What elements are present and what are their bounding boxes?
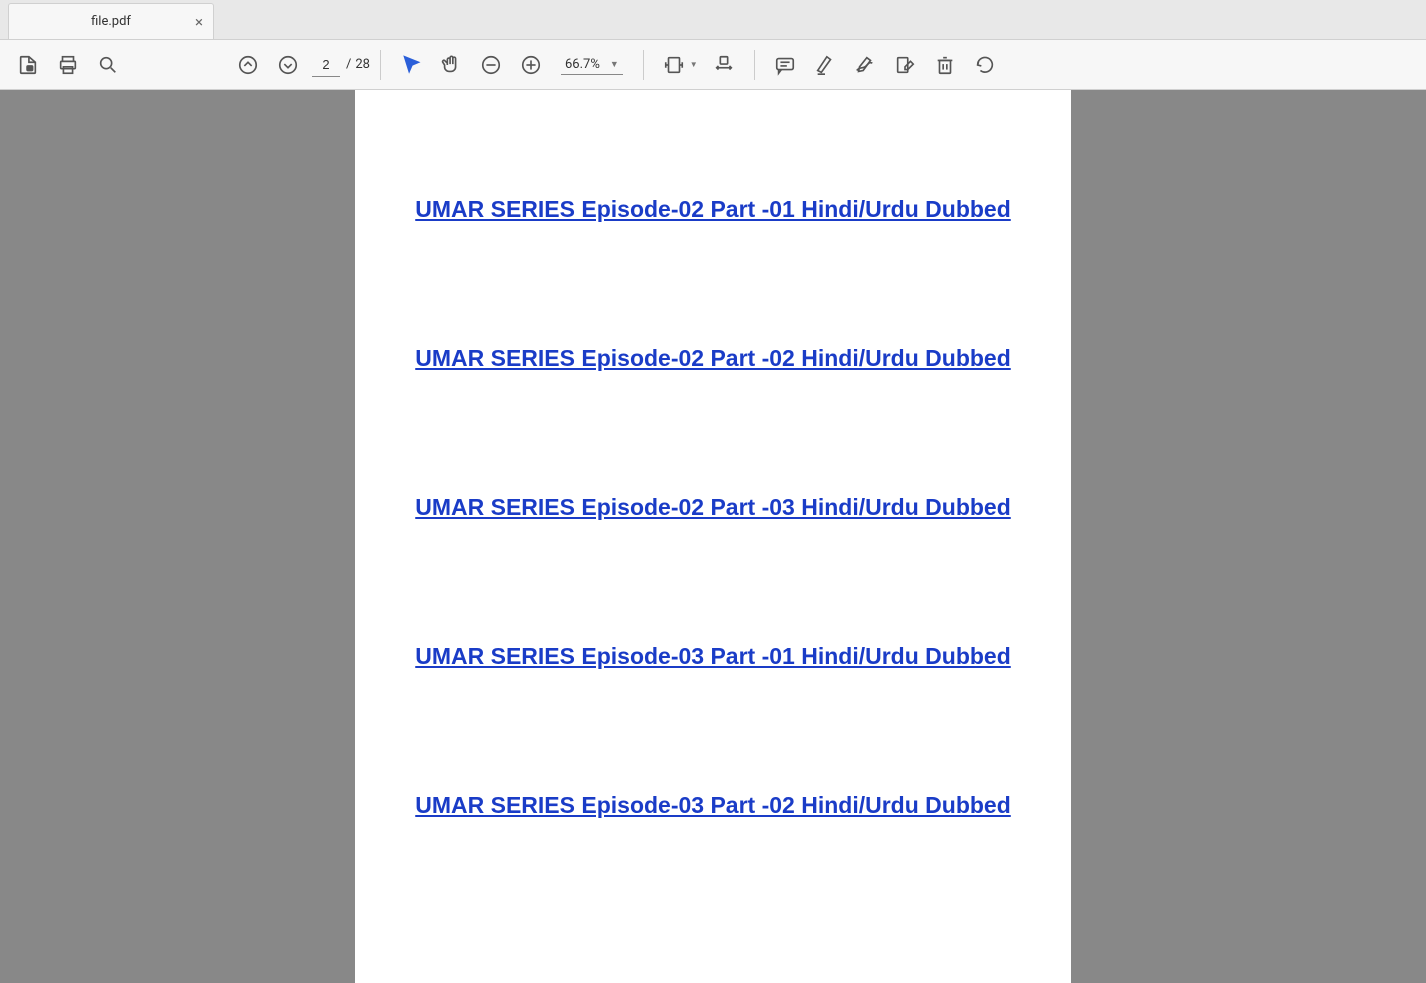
document-viewer[interactable]: UMAR SERIES Episode-02 Part -01 Hindi/Ur… [0, 90, 1426, 983]
page-number-input[interactable] [312, 53, 340, 77]
chevron-down-icon[interactable]: ▼ [690, 60, 698, 69]
tab-title: file.pdf [91, 14, 131, 29]
hand-tool-button[interactable] [431, 45, 471, 85]
search-button[interactable] [88, 45, 128, 85]
zoom-in-button[interactable] [511, 45, 551, 85]
delete-button[interactable] [925, 45, 965, 85]
page-total: 28 [355, 57, 370, 72]
rotate-button[interactable] [965, 45, 1005, 85]
separator [643, 50, 644, 80]
edit-button[interactable] [885, 45, 925, 85]
link-item: UMAR SERIES Episode-02 Part -03 Hindi/Ur… [415, 488, 1011, 527]
episode-link[interactable]: UMAR SERIES Episode-02 Part -01 Hindi/Ur… [415, 196, 1011, 222]
episode-link[interactable]: UMAR SERIES Episode-03 Part -01 Hindi/Ur… [415, 643, 1011, 669]
pdf-page: UMAR SERIES Episode-02 Part -01 Hindi/Ur… [355, 90, 1071, 983]
episode-link[interactable]: UMAR SERIES Episode-03 Part -02 Hindi/Ur… [415, 792, 1011, 818]
select-tool-button[interactable] [391, 45, 431, 85]
separator [754, 50, 755, 80]
print-button[interactable] [48, 45, 88, 85]
link-item: UMAR SERIES Episode-03 Part -02 Hindi/Ur… [415, 786, 1011, 825]
episode-link[interactable]: UMAR SERIES Episode-02 Part -03 Hindi/Ur… [415, 494, 1011, 520]
prev-page-button[interactable] [228, 45, 268, 85]
separator [380, 50, 381, 80]
tab-bar: file.pdf × [0, 0, 1426, 40]
page-separator: / [346, 57, 351, 72]
fit-width-button[interactable] [704, 45, 744, 85]
save-button[interactable] [8, 45, 48, 85]
close-icon[interactable]: × [195, 13, 203, 31]
zoom-select[interactable]: 66.7% ▼ [561, 55, 623, 75]
zoom-value: 66.7% [565, 57, 600, 72]
draw-button[interactable] [845, 45, 885, 85]
link-item: UMAR SERIES Episode-03 Part -01 Hindi/Ur… [415, 637, 1011, 676]
comment-button[interactable] [765, 45, 805, 85]
next-page-button[interactable] [268, 45, 308, 85]
link-item: UMAR SERIES Episode-02 Part -02 Hindi/Ur… [415, 339, 1011, 378]
scroll-mode-button[interactable] [654, 45, 694, 85]
toolbar: / 28 66.7% ▼ ▼ [0, 40, 1426, 90]
link-item: UMAR SERIES Episode-02 Part -01 Hindi/Ur… [415, 190, 1011, 229]
tab-file[interactable]: file.pdf × [8, 3, 214, 39]
highlight-button[interactable] [805, 45, 845, 85]
zoom-out-button[interactable] [471, 45, 511, 85]
episode-link[interactable]: UMAR SERIES Episode-02 Part -02 Hindi/Ur… [415, 345, 1011, 371]
chevron-down-icon: ▼ [610, 59, 619, 70]
